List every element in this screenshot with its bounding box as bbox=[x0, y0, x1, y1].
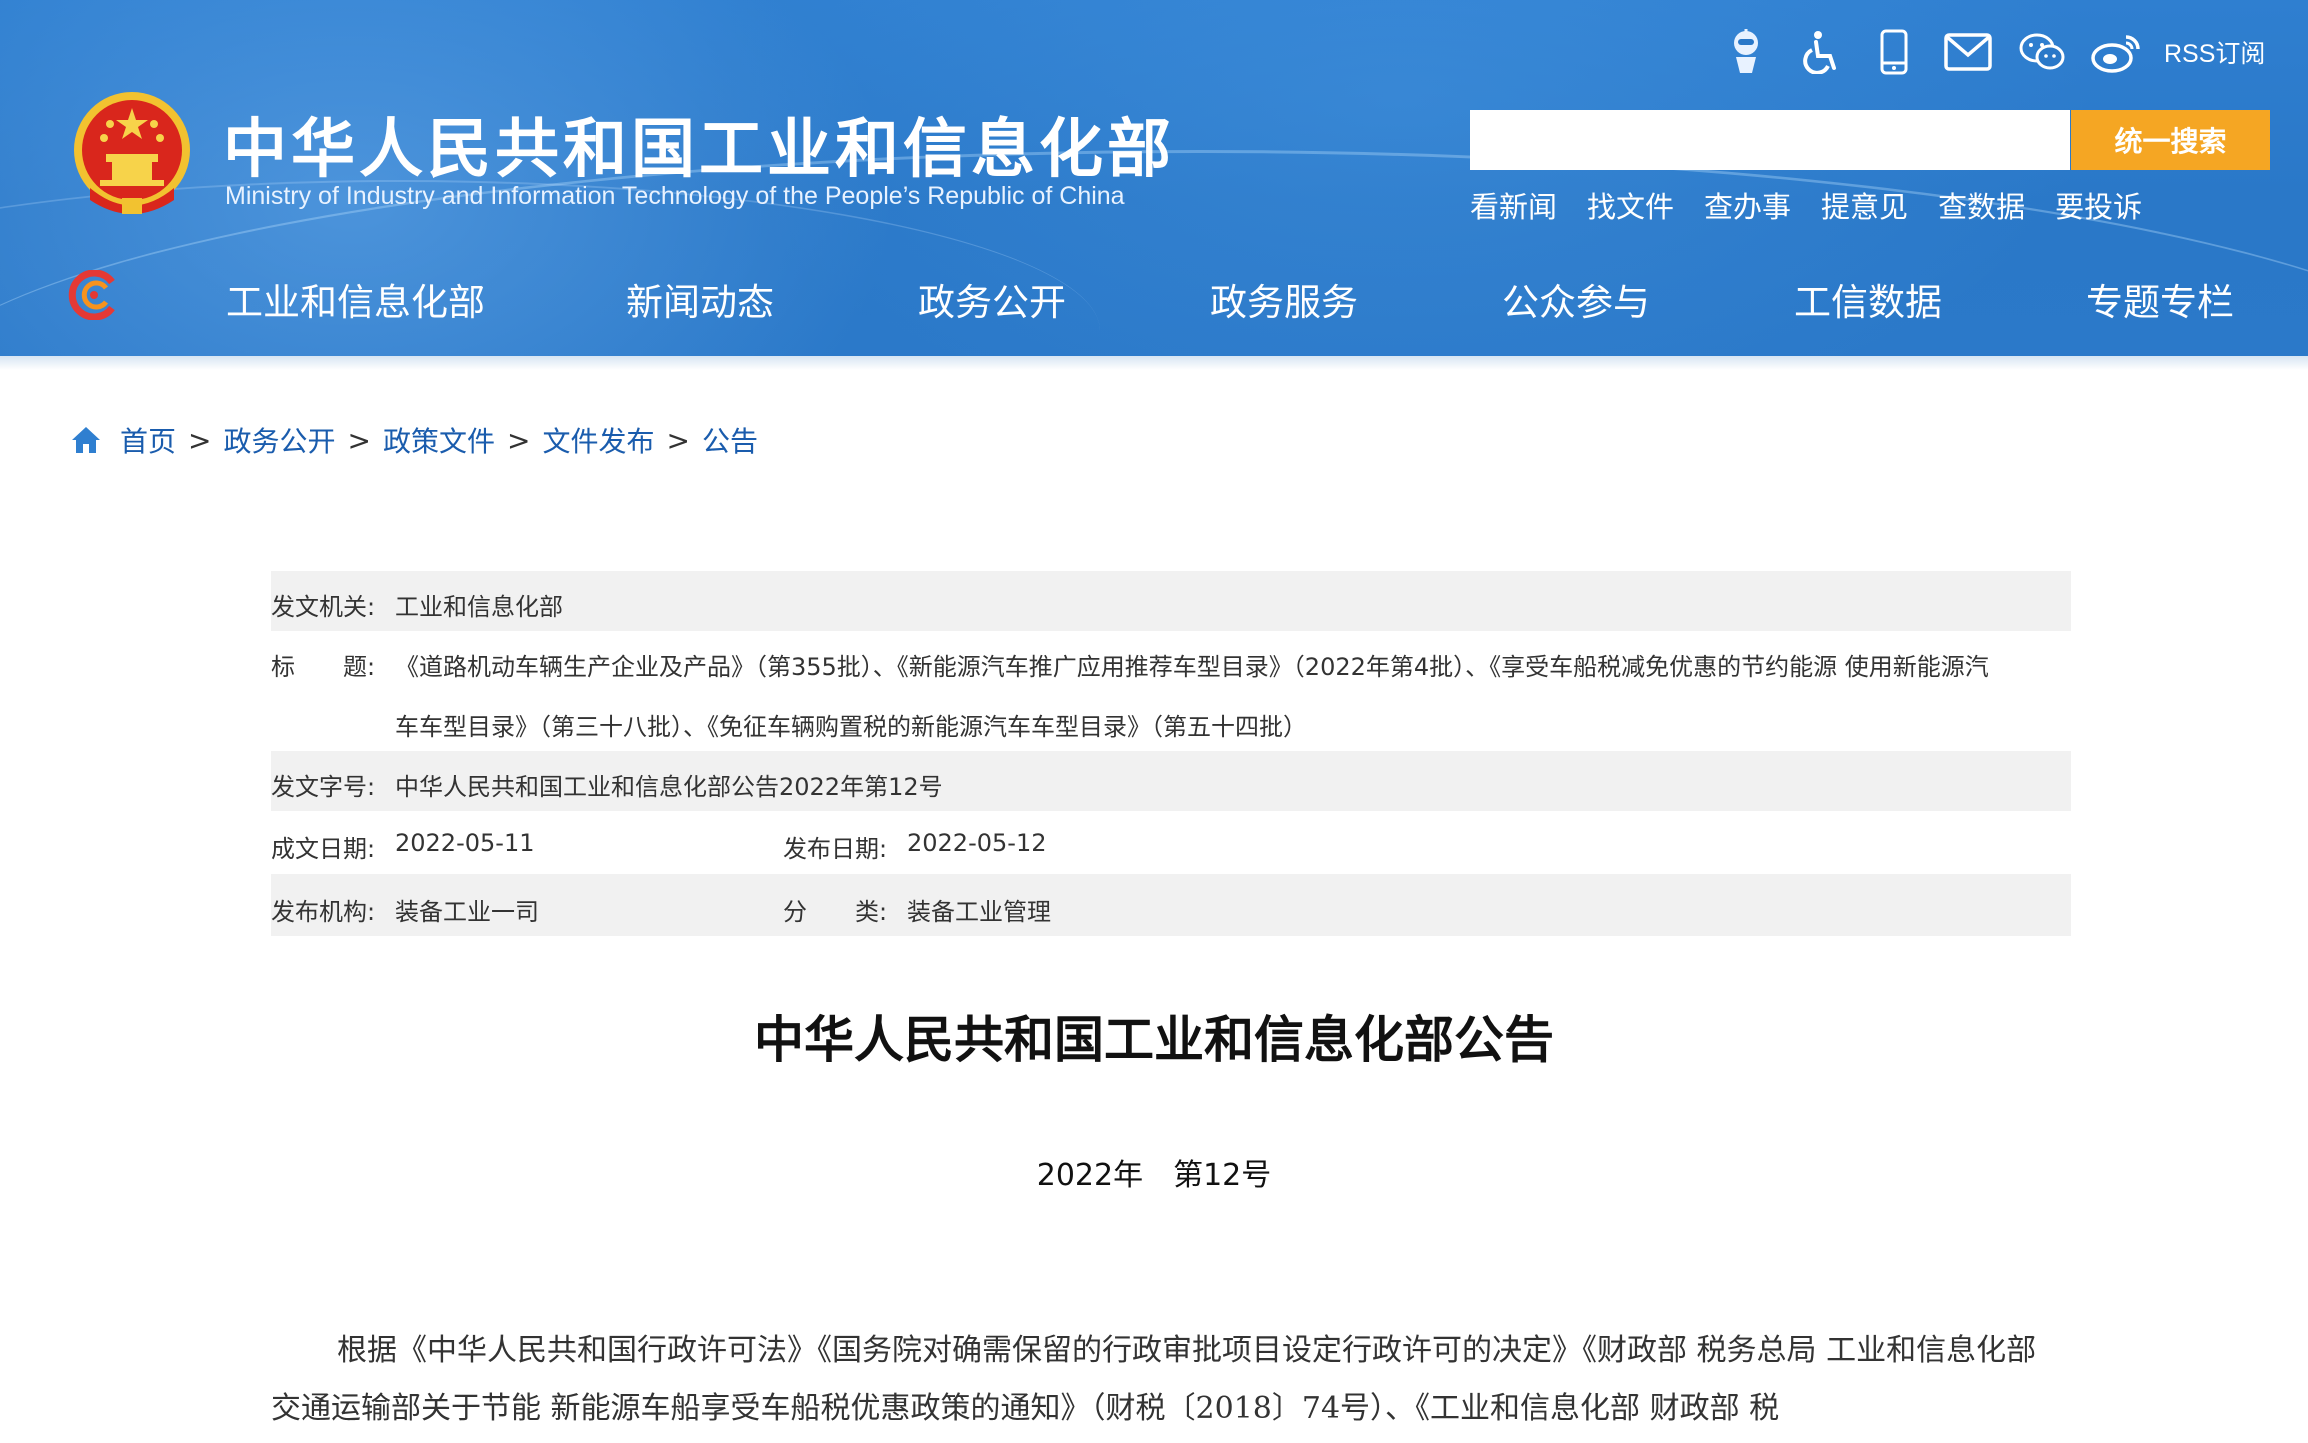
weibo-icon[interactable] bbox=[2090, 26, 2142, 78]
quick-link-news[interactable]: 看新闻 bbox=[1470, 184, 1557, 226]
breadcrumb-separator: > bbox=[188, 423, 212, 457]
breadcrumb-announcement[interactable]: 公告 bbox=[702, 420, 758, 460]
nav-item-gov-affairs[interactable]: 政务公开 bbox=[918, 272, 1066, 326]
nav-item-data[interactable]: 工信数据 bbox=[1794, 272, 1942, 326]
home-icon[interactable] bbox=[70, 424, 102, 456]
robot-assistant-icon[interactable] bbox=[1720, 26, 1772, 78]
nav-item-gov-services[interactable]: 政务服务 bbox=[1210, 272, 1358, 326]
breadcrumb-file-release[interactable]: 文件发布 bbox=[542, 420, 654, 460]
search-input[interactable] bbox=[1470, 110, 2070, 170]
docno-value: 中华人民共和国工业和信息化部公告2022年第12号 bbox=[395, 773, 943, 801]
published-label: 发布日期: bbox=[783, 835, 888, 863]
meta-row-dates: 成文日期: 2022-05-11 发布日期: 2022-05-12 bbox=[271, 811, 2071, 874]
breadcrumb-gov-affairs[interactable]: 政务公开 bbox=[223, 420, 335, 460]
accessibility-icon[interactable] bbox=[1794, 26, 1846, 78]
nav-item-topics[interactable]: 专题专栏 bbox=[2086, 272, 2234, 326]
category-value: 装备工业管理 bbox=[907, 898, 1051, 926]
meta-row-docno: 发文字号: 中华人民共和国工业和信息化部公告2022年第12号 bbox=[271, 751, 2071, 811]
mobile-icon[interactable] bbox=[1868, 26, 1920, 78]
org-value: 装备工业一司 bbox=[395, 898, 539, 926]
meta-row-org: 发布机构: 装备工业一司 分 类: 装备工业管理 bbox=[271, 874, 2071, 936]
national-emblem-icon[interactable] bbox=[70, 88, 194, 218]
document-meta-table: 发文机关: 工业和信息化部 标 题: 《道路机动车辆生产企业及产品》（第355批… bbox=[271, 571, 2071, 936]
nav-item-ministry[interactable]: 工业和信息化部 bbox=[226, 272, 485, 326]
quick-link-files[interactable]: 找文件 bbox=[1587, 184, 1674, 226]
quick-links: 看新闻 找文件 查办事 提意见 查数据 要投诉 bbox=[1470, 184, 2172, 226]
mail-icon[interactable] bbox=[1942, 26, 1994, 78]
docno-label: 发文字号: bbox=[271, 773, 376, 801]
org-label: 发布机构: bbox=[271, 898, 376, 926]
meta-row-title: 标 题: 《道路机动车辆生产企业及产品》（第355批）、《新能源汽车推广应用推荐… bbox=[271, 631, 2071, 751]
quick-link-complaint[interactable]: 要投诉 bbox=[2055, 184, 2142, 226]
issuer-value: 工业和信息化部 bbox=[395, 593, 563, 621]
site-title: 中华人民共和国工业和信息化部 bbox=[223, 113, 1175, 187]
document-paragraph: 根据《中华人民共和国行政许可法》《国务院对确需保留的行政审批项目设定行政许可的决… bbox=[271, 1333, 2037, 1426]
search-button[interactable]: 统一搜索 bbox=[2071, 110, 2270, 170]
created-label: 成文日期: bbox=[271, 835, 376, 863]
breadcrumb-separator: > bbox=[506, 423, 531, 457]
nav-item-public-participation[interactable]: 公众参与 bbox=[1502, 272, 1650, 326]
quick-link-data[interactable]: 查数据 bbox=[1938, 184, 2025, 226]
created-value: 2022-05-11 bbox=[395, 829, 535, 857]
breadcrumb-home[interactable]: 首页 bbox=[120, 420, 176, 460]
category-label: 分 类: bbox=[783, 898, 888, 926]
utility-bar: RSS订阅 bbox=[1720, 26, 2265, 78]
wechat-icon[interactable] bbox=[2016, 26, 2068, 78]
issuer-label: 发文机关: bbox=[271, 593, 376, 621]
breadcrumb: 首页 > 政务公开 > 政策文件 > 文件发布 > 公告 bbox=[70, 420, 758, 460]
published-value: 2022-05-12 bbox=[907, 829, 1047, 857]
header-shadow bbox=[0, 356, 2308, 370]
rss-link[interactable]: RSS订阅 bbox=[2164, 34, 2265, 70]
site-subtitle: Ministry of Industry and Information Tec… bbox=[225, 182, 1125, 210]
document-title: 中华人民共和国工业和信息化部公告 bbox=[754, 1011, 1554, 1069]
nav-item-news[interactable]: 新闻动态 bbox=[626, 272, 774, 326]
breadcrumb-policy-files[interactable]: 政策文件 bbox=[383, 420, 495, 460]
breadcrumb-separator: > bbox=[347, 423, 371, 457]
title-value-line1: 《道路机动车辆生产企业及产品》（第355批）、《新能源汽车推广应用推荐车型目录》… bbox=[395, 653, 1989, 681]
title-label: 标 题: bbox=[271, 653, 376, 681]
site-header: 中华人民共和国工业和信息化部 Ministry of Industry and … bbox=[0, 0, 2308, 360]
meta-row-issuer: 发文机关: 工业和信息化部 bbox=[271, 571, 2071, 631]
quick-link-feedback[interactable]: 提意见 bbox=[1821, 184, 1908, 226]
quick-link-services[interactable]: 查办事 bbox=[1704, 184, 1791, 226]
main-nav: 工业和信息化部 新闻动态 政务公开 政务服务 公众参与 工信数据 专题专栏 bbox=[0, 262, 2308, 332]
document-number: 2022年 第12号 bbox=[1036, 1158, 1272, 1193]
title-value-line2: 车车型目录》（第三十八批）、《免征车辆购置税的新能源汽车车型目录》（第五十四批） bbox=[395, 713, 1307, 741]
breadcrumb-separator: > bbox=[666, 423, 690, 457]
